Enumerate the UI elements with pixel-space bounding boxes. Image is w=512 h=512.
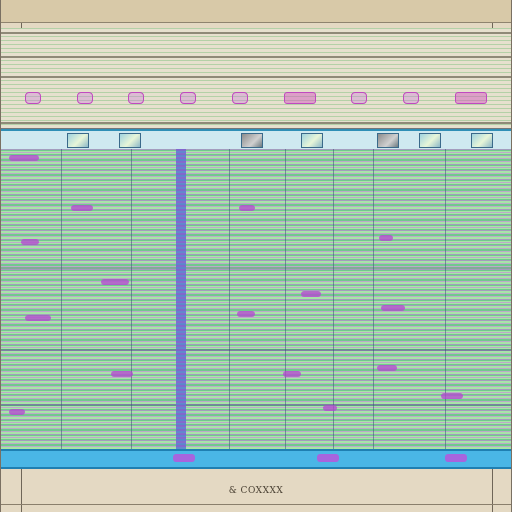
tool-icon[interactable] <box>283 92 316 104</box>
cell-highlight <box>283 371 301 377</box>
cell-highlight <box>111 371 133 377</box>
thumbnail-image[interactable] <box>471 133 493 148</box>
footer-marker[interactable] <box>317 454 339 462</box>
footer-marker[interactable] <box>445 454 467 462</box>
cell-highlight <box>239 205 255 211</box>
thumbnail-image[interactable] <box>119 133 141 148</box>
cell-highlight <box>237 311 255 317</box>
title-bar <box>1 0 511 23</box>
thumbnail-image[interactable] <box>241 133 263 148</box>
application-window: & COXXXX <box>0 0 512 512</box>
menu-band <box>1 28 511 129</box>
thumbnail-image[interactable] <box>419 133 441 148</box>
thumbnail-image[interactable] <box>377 133 399 148</box>
thumbnail-image[interactable] <box>67 133 89 148</box>
vertical-scrollbar[interactable] <box>176 149 186 449</box>
thumbnail-header-strip <box>1 129 511 151</box>
status-text: & COXXXX <box>228 486 284 496</box>
toolbar <box>1 86 511 110</box>
cell-highlight <box>9 409 25 415</box>
row-divider <box>1 267 511 269</box>
thumbnail-image[interactable] <box>301 133 323 148</box>
menu-divider <box>1 32 511 34</box>
tool-icon[interactable] <box>180 92 197 104</box>
cell-highlight <box>379 235 393 241</box>
cell-highlight <box>377 365 397 371</box>
tool-icon[interactable] <box>231 92 248 104</box>
footer-strip <box>1 449 511 469</box>
cell-highlight <box>25 315 51 321</box>
tool-icon[interactable] <box>455 92 487 104</box>
tool-icon[interactable] <box>403 92 420 104</box>
bottom-divider <box>1 504 511 505</box>
data-grid[interactable] <box>1 149 511 449</box>
cell-highlight <box>71 205 93 211</box>
footer-marker[interactable] <box>173 454 195 462</box>
cell-highlight <box>9 155 39 161</box>
menu-divider <box>1 122 511 124</box>
cell-highlight <box>21 239 39 245</box>
menu-divider <box>1 76 511 78</box>
row-divider <box>1 404 511 406</box>
tool-icon[interactable] <box>24 92 41 104</box>
cell-highlight <box>441 393 463 399</box>
cell-highlight <box>381 305 405 311</box>
cell-highlight <box>323 405 337 411</box>
tool-icon[interactable] <box>76 92 93 104</box>
cell-highlight <box>301 291 321 297</box>
menu-divider <box>1 56 511 58</box>
tool-icon[interactable] <box>128 92 145 104</box>
row-divider <box>1 349 511 351</box>
tool-icon[interactable] <box>351 92 368 104</box>
cell-highlight <box>101 279 129 285</box>
